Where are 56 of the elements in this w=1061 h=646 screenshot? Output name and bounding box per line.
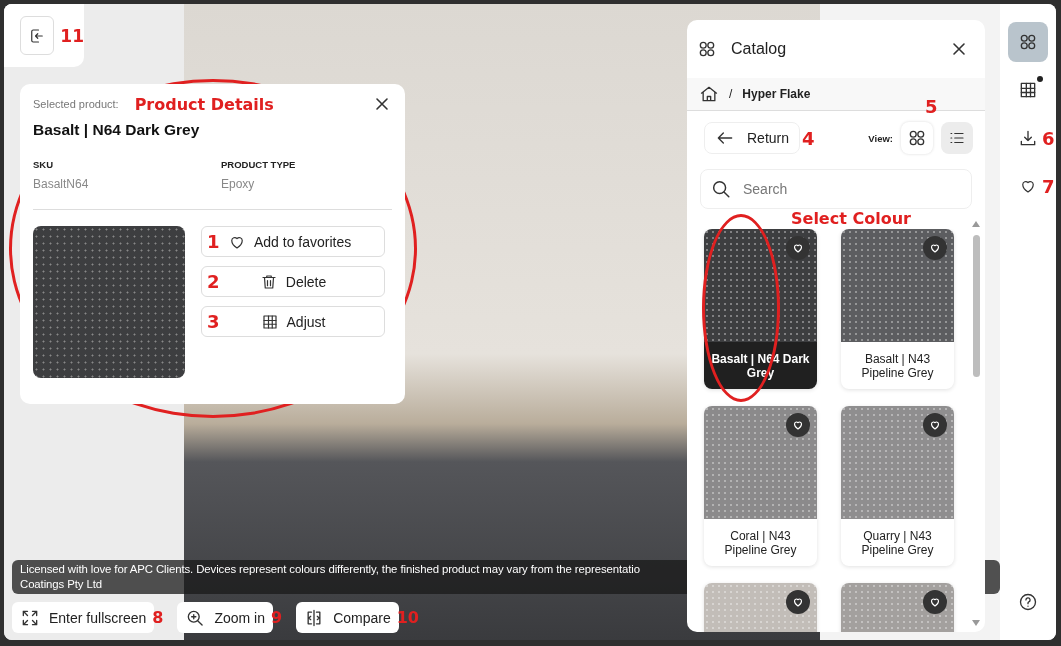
disclaimer-text: Licensed with love for APC Clients. Devices represent colours differently, the finished product may vary from the representatio Coatings Pty Ltd bbox=[20, 562, 641, 592]
annotation-label: 2 bbox=[207, 271, 220, 292]
panel-title: Catalog bbox=[731, 40, 787, 58]
field-label: PRODUCT TYPE bbox=[221, 159, 297, 170]
grid-icon bbox=[260, 312, 279, 331]
breadcrumb-separator: / bbox=[729, 87, 733, 101]
annotation-label: 3 bbox=[207, 311, 220, 332]
annotation-label: 1 bbox=[207, 231, 220, 252]
product-name: Coral | N43 Pipeline Grey bbox=[723, 527, 798, 559]
heart-icon bbox=[929, 596, 941, 608]
annotation-label: 4 bbox=[802, 127, 815, 149]
heart-icon bbox=[792, 596, 804, 608]
return-button[interactable]: Return bbox=[704, 122, 801, 154]
close-icon bbox=[951, 41, 967, 57]
grid-view-icon bbox=[697, 39, 717, 59]
help-icon bbox=[1018, 592, 1038, 612]
search-field[interactable]: Search bbox=[700, 169, 972, 209]
field-value: BasaltN64 bbox=[33, 177, 90, 191]
annotation-label: 7 bbox=[1042, 175, 1055, 197]
product-name: Quarry | N43 Pipeline Grey bbox=[860, 527, 935, 559]
heart-icon bbox=[792, 419, 804, 431]
zoom-button[interactable]: Zoom in bbox=[177, 602, 273, 633]
catalog-tool-button[interactable] bbox=[1008, 22, 1048, 62]
grid-view-icon bbox=[907, 128, 927, 148]
scrollbar[interactable] bbox=[972, 221, 981, 626]
product-card[interactable]: Coral | N43 Pipeline Grey bbox=[704, 406, 817, 566]
product-card[interactable]: Basalt | N43 Pipeline Grey bbox=[841, 229, 954, 389]
annotation-label: 8 bbox=[152, 608, 164, 627]
grid-icon bbox=[1018, 80, 1038, 100]
annotation-label: 6 bbox=[1042, 127, 1055, 149]
view-label: View: bbox=[868, 132, 893, 144]
trash-icon bbox=[259, 272, 278, 291]
heart-icon bbox=[792, 242, 804, 254]
exit-button[interactable] bbox=[20, 16, 55, 55]
annotation-label: 11 bbox=[60, 25, 84, 46]
compare-button[interactable]: Compare bbox=[296, 602, 399, 633]
product-name: Basalt | N43 Pipeline Grey bbox=[860, 350, 935, 382]
field-label: SKU bbox=[33, 159, 55, 170]
close-icon bbox=[374, 96, 390, 112]
annotation-label: Select Colour bbox=[791, 209, 911, 228]
heart-icon bbox=[929, 419, 941, 431]
product-card[interactable]: Quarry | N43 Pipeline Grey bbox=[841, 406, 954, 566]
grid-view-icon bbox=[1018, 32, 1038, 52]
annotation-label: Product Details bbox=[134, 94, 274, 114]
product-name: Basalt | N64 Dark Grey bbox=[33, 121, 201, 139]
caption: Selected product: bbox=[33, 98, 119, 110]
search-icon bbox=[710, 178, 732, 200]
home-link[interactable] bbox=[699, 84, 719, 104]
download-icon bbox=[1018, 128, 1038, 148]
breadcrumb-item[interactable]: Hyper Flake bbox=[742, 87, 811, 101]
field-value: Epoxy bbox=[221, 177, 256, 191]
grid-view-toggle[interactable] bbox=[901, 122, 933, 154]
annotation-label: 5 bbox=[925, 96, 938, 117]
list-view-toggle[interactable] bbox=[941, 122, 973, 154]
heart-icon bbox=[929, 242, 941, 254]
home-icon bbox=[699, 84, 719, 104]
